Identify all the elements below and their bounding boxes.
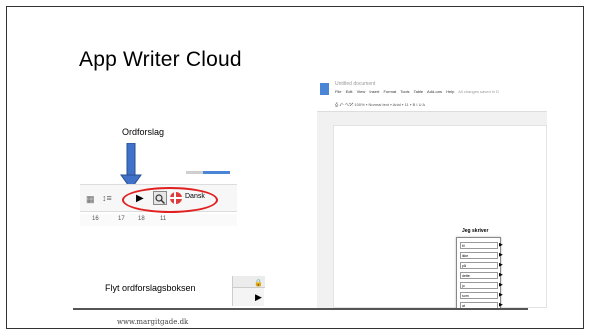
footer-divider xyxy=(73,308,528,310)
docs-logo-icon xyxy=(320,83,329,95)
google-doc-screenshot: Untitled document File Edit View Insert … xyxy=(317,78,547,308)
word-suggestion-panel: til ▶ ikke ▶ på ▶ dette ▶ jo ▶ som ▶ at … xyxy=(456,237,503,308)
suggestion-item[interactable]: jo xyxy=(460,282,498,289)
flyt-box-header[interactable]: 🔒 xyxy=(233,276,265,288)
doc-header: Untitled document File Edit View Insert … xyxy=(317,78,547,112)
ruler-mark: 11 xyxy=(160,216,167,222)
grid-icon[interactable]: ▦ xyxy=(86,194,95,205)
doc-toolbar[interactable]: ⎙ ↶ ↷ ⤱ 100% ▾ Normal text ▾ Arial ▾ 11 … xyxy=(335,102,425,107)
play-icon[interactable]: ▶ xyxy=(255,292,262,303)
menu-tools[interactable]: Tools xyxy=(400,89,409,94)
flyt-label: Flyt ordforslagsboksen xyxy=(105,283,196,293)
menu-file[interactable]: File xyxy=(335,89,341,94)
suggestion-item[interactable]: ikke xyxy=(460,252,498,259)
ruler: 16 17 18 11 xyxy=(80,214,237,226)
slide-title: App Writer Cloud xyxy=(79,48,242,71)
flyt-box: 🔒 ▶ xyxy=(232,276,265,306)
footer-url: www.margitgade.dk xyxy=(117,318,189,326)
menu-help[interactable]: Help xyxy=(446,89,454,94)
arrow-icon[interactable]: ▶ xyxy=(499,252,503,258)
doc-menu-bar: File Edit View Insert Format Tools Table… xyxy=(335,89,502,94)
toolbar-highlight-blue xyxy=(203,171,230,174)
menu-insert[interactable]: Insert xyxy=(369,89,379,94)
highlight-ellipse xyxy=(122,187,218,213)
ordforslag-label: Ordforslag xyxy=(122,127,165,137)
menu-table[interactable]: Table xyxy=(414,89,424,94)
arrow-icon[interactable]: ▶ xyxy=(499,272,503,278)
ruler-mark: 18 xyxy=(138,216,145,222)
menu-view[interactable]: View xyxy=(357,89,366,94)
doc-page[interactable] xyxy=(333,125,547,308)
panel-title: Jeg skriver xyxy=(462,228,489,234)
ruler-mark: 16 xyxy=(92,216,99,222)
suggestion-item[interactable]: dette xyxy=(460,272,498,279)
doc-title[interactable]: Untitled document xyxy=(335,81,375,87)
suggestion-item[interactable]: som xyxy=(460,292,498,299)
arrow-icon[interactable]: ▶ xyxy=(499,292,503,298)
suggestion-item[interactable]: på xyxy=(460,262,498,269)
arrow-icon[interactable]: ▶ xyxy=(499,242,503,248)
menu-addons[interactable]: Add-ons xyxy=(427,89,442,94)
save-status: All changes saved in D xyxy=(458,89,499,94)
arrow-icon[interactable]: ▶ xyxy=(499,262,503,268)
menu-format[interactable]: Format xyxy=(383,89,396,94)
lock-icon[interactable]: 🔒 xyxy=(254,279,263,287)
down-arrow-icon xyxy=(120,143,142,190)
ruler-mark: 17 xyxy=(118,216,125,222)
slide: App Writer Cloud Ordforslag ▦ ↕≡ ▶ Dansk… xyxy=(6,6,584,329)
suggestion-item[interactable]: til xyxy=(460,242,498,249)
menu-edit[interactable]: Edit xyxy=(346,89,353,94)
toolbar-highlight-gray xyxy=(186,171,203,174)
line-spacing-icon[interactable]: ↕≡ xyxy=(102,193,112,203)
arrow-icon[interactable]: ▶ xyxy=(499,282,503,288)
